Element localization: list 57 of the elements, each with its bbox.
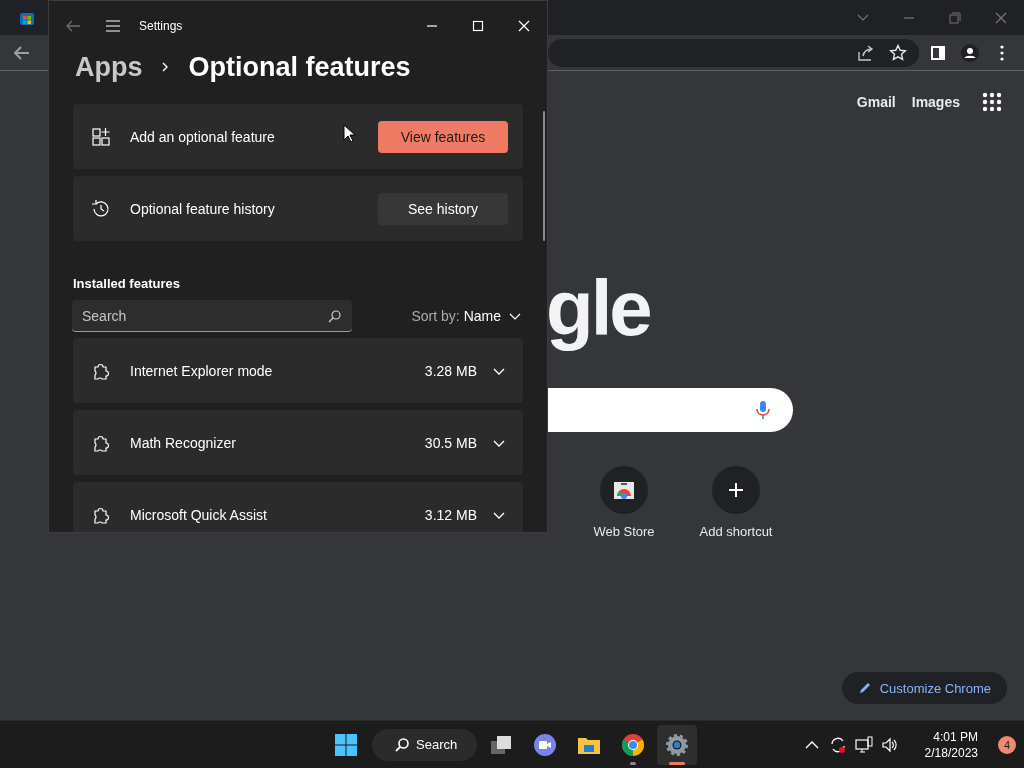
clock-time: 4:01 PM [933, 728, 978, 745]
search-field[interactable] [548, 388, 793, 432]
feature-row[interactable]: Microsoft Quick Assist 3.12 MB [73, 482, 523, 532]
taskbar-app-button[interactable] [657, 724, 698, 765]
cursor-icon [343, 124, 355, 143]
volume-icon[interactable] [880, 735, 899, 754]
pencil-icon [857, 681, 872, 695]
chrome-icon [620, 731, 647, 758]
clock-date: 2/18/2023 [924, 744, 978, 761]
logo-text: gle [546, 263, 650, 353]
feature-name: Math Recognizer [130, 434, 236, 451]
star-icon[interactable] [889, 43, 907, 62]
feature-size: 3.28 MB [424, 362, 477, 379]
apps-grid-icon[interactable] [982, 92, 1002, 112]
notification-badge[interactable]: 4 [998, 735, 1016, 754]
window-title: Settings [139, 19, 183, 33]
feature-size: 3.12 MB [424, 506, 477, 523]
search-field[interactable]: Search [72, 300, 352, 332]
shortcut-label[interactable]: Add shortcut [699, 524, 773, 539]
running-indicator [630, 761, 637, 765]
side-panel-icon[interactable] [929, 43, 947, 62]
feature-name: Microsoft Quick Assist [130, 506, 267, 523]
scrollbar[interactable] [543, 111, 545, 241]
gear-icon [664, 731, 691, 758]
taskbar-search-button[interactable]: Search [372, 728, 478, 761]
history-icon [91, 198, 111, 219]
menu-icon[interactable] [105, 18, 121, 34]
windows-start-icon[interactable] [334, 732, 358, 757]
sync-icon[interactable] [828, 735, 847, 754]
feature-row[interactable]: Math Recognizer 30.5 MB [73, 410, 523, 475]
profile-avatar-icon[interactable] [961, 43, 979, 62]
feature-size: 30.5 MB [424, 434, 477, 451]
shortcut-tile[interactable] [600, 466, 648, 514]
share-icon[interactable] [857, 43, 875, 62]
clock[interactable]: 4:01 PM 2/18/2023 [924, 728, 978, 761]
page-title: Optional features [188, 51, 411, 83]
shortcut-tile[interactable] [712, 466, 760, 514]
microphone-icon[interactable] [755, 400, 771, 420]
view-features-button[interactable]: View features [378, 120, 508, 153]
search-icon[interactable] [328, 309, 342, 323]
see-history-button[interactable]: See history [378, 192, 508, 225]
card-label: Add an optional feature [130, 128, 275, 145]
customize-button[interactable]: Customize Chrome [841, 672, 1007, 704]
sort-dropdown[interactable]: Sort by: Name [411, 308, 521, 324]
section-heading: Installed features [73, 276, 181, 291]
feature-row[interactable]: Internet Explorer mode 3.28 MB [73, 338, 523, 403]
card-label: Optional feature history [130, 200, 275, 217]
shortcut-label[interactable]: Web Store [593, 524, 655, 539]
network-icon[interactable] [854, 735, 873, 754]
video-chat-icon [532, 731, 559, 758]
header-link[interactable]: Gmail [856, 94, 896, 110]
search-icon [394, 736, 410, 753]
breadcrumb-link[interactable]: Apps [75, 51, 143, 83]
header-link[interactable]: Images [911, 94, 960, 110]
running-indicator [669, 761, 686, 765]
feature-name: Internet Explorer mode [130, 362, 273, 379]
add-grid-icon [91, 126, 111, 147]
